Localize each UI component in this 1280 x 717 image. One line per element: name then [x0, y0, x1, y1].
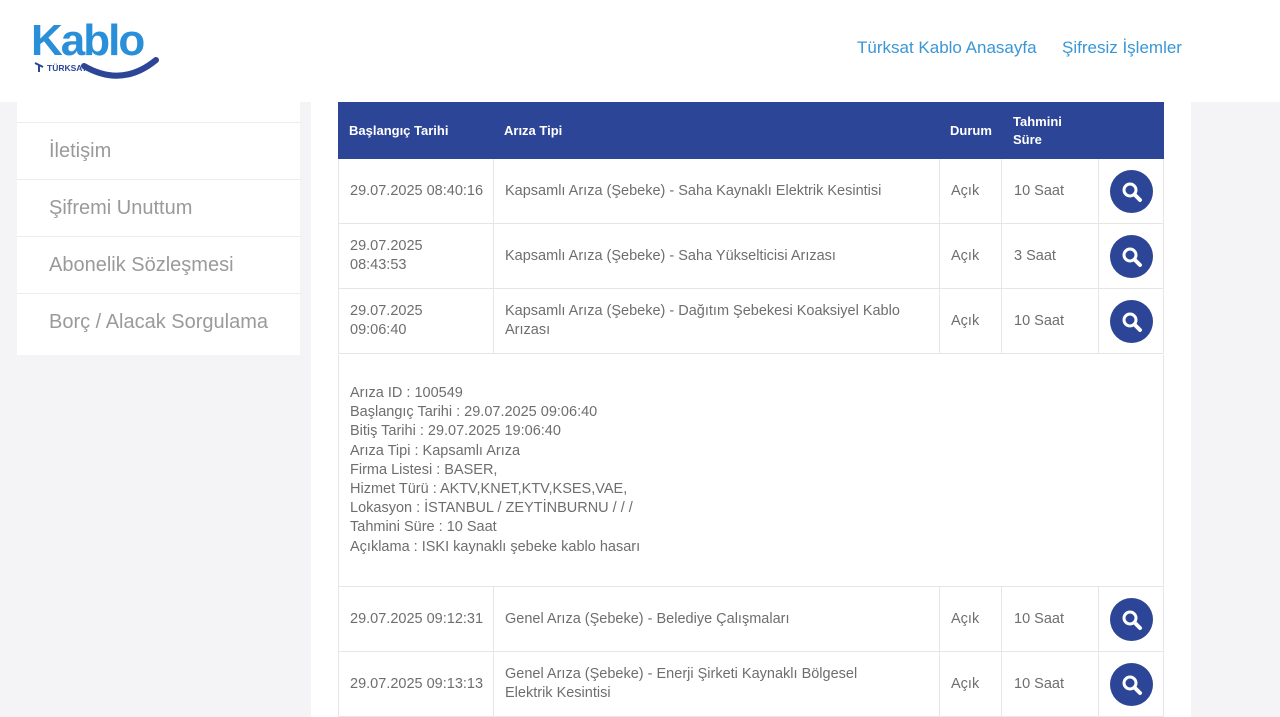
table-row[interactable]: 29.07.2025 09:12:31 Genel Arıza (Şebeke)… [338, 587, 1164, 652]
logo-text: Kablo [31, 16, 144, 65]
sidebar-item-debt-inquiry[interactable]: Borç / Alacak Sorgulama [17, 293, 300, 350]
right-background [1191, 102, 1280, 717]
row-start-date: 29.07.2025 08:43:53 [350, 238, 423, 273]
search-icon [1122, 182, 1142, 202]
detail-outage-type: Arıza Tipi : Kapsamlı Arıza [350, 442, 521, 459]
sidebar-menu: İletişim Şifremi Unuttum Abonelik Sözleş… [17, 102, 300, 355]
header-duration-line1: Tahmini [1013, 113, 1062, 129]
detail-outage-id: Arıza ID : 100549 [350, 385, 463, 401]
row-details-button[interactable] [1110, 598, 1153, 641]
row-duration: 10 Saat [1014, 675, 1064, 692]
row-status: Açık [951, 312, 980, 329]
row-duration: 10 Saat [1014, 182, 1064, 199]
table-row[interactable]: 29.07.2025 08:40:16 Kapsamlı Arıza (Şebe… [338, 159, 1164, 224]
detail-start-date: Başlangıç Tarihi : 29.07.2025 09:06:40 [350, 404, 598, 421]
row-start-date: 29.07.2025 08:40:16 [350, 182, 484, 199]
search-icon [1122, 610, 1142, 630]
row-outage-type: Kapsamlı Arıza (Şebeke) - Dağıtım Şebeke… [505, 303, 900, 338]
row-details-button[interactable] [1110, 170, 1153, 213]
detail-description: Açıklama : ISKI kaynaklı şebeke kablo ha… [350, 538, 641, 555]
table-row[interactable]: 29.07.2025 09:06:40 Kapsamlı Arıza (Şebe… [338, 289, 1164, 354]
detail-company-list: Firma Listesi : BASER, [350, 461, 498, 478]
search-icon [1122, 312, 1142, 332]
header-estimated-duration: Tahmini Süre [1013, 102, 1062, 159]
row-outage-type: Kapsamlı Arıza (Şebeke) - Saha Yükseltic… [505, 247, 836, 264]
logo-subtext: TÜRKSAT [47, 63, 88, 73]
search-icon [1122, 247, 1142, 267]
row-start-date: 29.07.2025 09:13:13 [350, 675, 484, 692]
row-duration: 3 Saat [1014, 247, 1056, 264]
row-details-button[interactable] [1110, 663, 1153, 706]
header-start-date: Başlangıç Tarihi [349, 122, 449, 138]
row-start-date: 29.07.2025 09:12:31 [350, 610, 484, 627]
row-outage-type: Genel Arıza (Şebeke) - Enerji Şirketi Ka… [505, 666, 858, 701]
table-header: Başlangıç Tarihi Arıza Tipi Durum Tahmin… [338, 102, 1164, 159]
site-header: Kablo TÜRKSAT Türksat Kablo Anasayfa Şif… [0, 0, 1280, 102]
detail-service-type: Hizmet Türü : AKTV,KNET,KTV,KSES,VAE, [350, 481, 628, 498]
table-row[interactable]: 29.07.2025 08:43:53 Kapsamlı Arıza (Şebe… [338, 224, 1164, 289]
outage-detail-panel: Arıza ID : 100549 Başlangıç Tarihi : 29.… [338, 355, 1164, 587]
detail-end-date: Bitiş Tarihi : 29.07.2025 19:06:40 [350, 423, 561, 440]
row-status: Açık [951, 610, 980, 627]
sidebar-item-forgot-password[interactable]: Şifremi Unuttum [17, 179, 300, 236]
row-outage-type: Genel Arıza (Şebeke) - Belediye Çalışmal… [505, 610, 790, 627]
search-icon [1122, 675, 1142, 695]
table-row[interactable]: 29.07.2025 09:13:13 Genel Arıza (Şebeke)… [338, 652, 1164, 717]
sidebar-item-subscription-agreement[interactable]: Abonelik Sözleşmesi [17, 236, 300, 293]
detail-location: Lokasyon : İSTANBUL / ZEYTİNBURNU / / / [350, 500, 633, 517]
kablo-turksat-logo[interactable]: Kablo TÜRKSAT [30, 14, 162, 84]
row-duration: 10 Saat [1014, 610, 1064, 627]
row-duration: 10 Saat [1014, 312, 1064, 329]
detail-estimated-duration: Tahmini Süre : 10 Saat [350, 519, 497, 536]
row-details-button[interactable] [1110, 235, 1153, 278]
nav-link-passwordless-operations[interactable]: Şifresiz İşlemler [1062, 38, 1182, 58]
header-outage-type: Arıza Tipi [504, 122, 563, 138]
header-status: Durum [950, 122, 992, 138]
sidebar-item-contact[interactable]: İletişim [17, 122, 300, 179]
nav-link-home[interactable]: Türksat Kablo Anasayfa [857, 38, 1037, 58]
row-outage-type: Kapsamlı Arıza (Şebeke) - Saha Kaynaklı … [505, 182, 882, 199]
row-start-date: 29.07.2025 09:06:40 [350, 303, 423, 338]
row-status: Açık [951, 247, 980, 264]
row-details-button[interactable] [1110, 300, 1153, 343]
header-duration-line2: Süre [1013, 131, 1042, 147]
row-status: Açık [951, 675, 980, 692]
row-status: Açık [951, 182, 980, 199]
